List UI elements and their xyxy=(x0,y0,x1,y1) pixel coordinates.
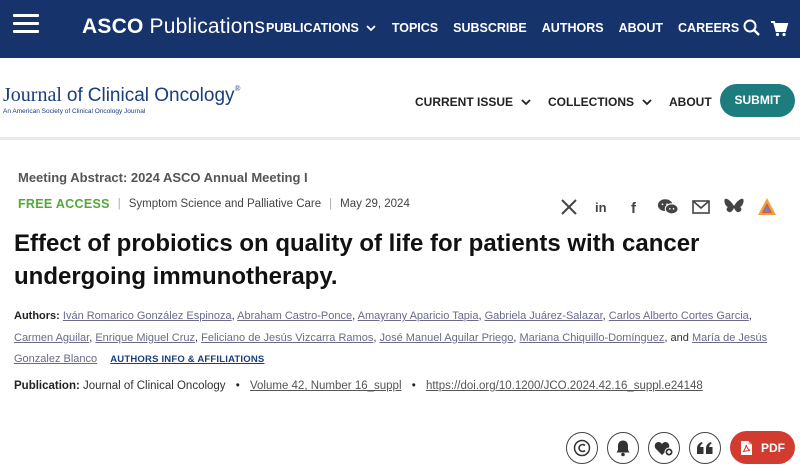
article-section: Symptom Science and Palliative Care xyxy=(128,198,322,210)
journal-name-b: of xyxy=(66,85,83,106)
chevron-down-icon xyxy=(642,99,652,106)
registered-mark: ® xyxy=(234,84,241,93)
divider: | xyxy=(117,198,121,210)
nav-topics-label: TOPICS xyxy=(391,21,439,35)
favorite-button[interactable] xyxy=(648,431,680,464)
pdf-file-icon xyxy=(741,440,752,455)
pdf-button[interactable]: PDF xyxy=(730,431,795,464)
journal-name: Journal of Clinical Oncology® xyxy=(3,84,241,107)
nav-careers[interactable]: CAREERS xyxy=(678,21,739,35)
journal-header: Journal of Clinical Oncology® An America… xyxy=(0,66,800,140)
author-link[interactable]: Feliciano de Jesús Vizcarra Ramos xyxy=(201,332,373,344)
cite-button[interactable] xyxy=(689,431,721,464)
journal-nav: CURRENT ISSUE COLLECTIONS ABOUT xyxy=(415,95,747,109)
article-meta: FREE ACCESS | Symptom Science and Pallia… xyxy=(18,197,410,211)
altmetric-icon[interactable] xyxy=(756,196,778,218)
facebook-icon[interactable]: f xyxy=(624,196,646,218)
author-link[interactable]: Gabriela Juárez-Salazar xyxy=(485,310,603,322)
nav-collections-label: COLLECTIONS xyxy=(548,95,635,109)
top-nav: PUBLICATIONS TOPICS SUBSCRIBE AUTHORS AB… xyxy=(266,21,754,35)
chevron-down-icon xyxy=(521,99,531,106)
authors-block: Authors: Iván Romarico González Espinoza… xyxy=(14,310,768,365)
publication-journal: Journal of Clinical Oncology xyxy=(83,380,226,392)
nav-publications[interactable]: PUBLICATIONS xyxy=(266,21,377,35)
menu-icon[interactable] xyxy=(13,14,39,34)
author-link[interactable]: Iván Romarico González Espinoza xyxy=(63,310,232,322)
nav-journal-about-label: ABOUT xyxy=(669,95,712,109)
brand-bold: ASCO xyxy=(82,15,144,38)
and-word: and xyxy=(670,331,689,344)
article-date: May 29, 2024 xyxy=(340,198,410,210)
author-link[interactable]: José Manuel Aguilar Priego xyxy=(379,332,513,344)
search-icon[interactable] xyxy=(741,17,763,39)
journal-name-c: Clinical Oncology xyxy=(87,85,235,106)
nav-careers-label: CAREERS xyxy=(678,21,740,35)
nav-authors[interactable]: AUTHORS xyxy=(542,21,604,35)
jco-logo[interactable]: Journal of Clinical Oncology® An America… xyxy=(3,84,241,115)
svg-text:in: in xyxy=(595,200,607,215)
author-link[interactable]: Carlos Alberto Cortes Garcia xyxy=(609,310,749,322)
journal-name-a: Journal xyxy=(3,84,62,106)
author-link[interactable]: Amayrany Aparicio Tapia xyxy=(358,310,479,322)
publication-label: Publication: xyxy=(14,380,80,392)
pdf-label: PDF xyxy=(761,440,785,455)
heart-plus-icon xyxy=(654,441,674,456)
nav-current-issue-label: CURRENT ISSUE xyxy=(415,95,514,109)
x-icon[interactable] xyxy=(558,196,580,218)
share-bar: in f xyxy=(558,196,789,218)
quote-icon xyxy=(697,441,713,454)
bullet: • xyxy=(235,380,240,392)
brand-rest: Publications xyxy=(149,15,266,38)
authors-affiliations-link[interactable]: AUTHORS INFO & AFFILIATIONS xyxy=(110,354,264,365)
author-link[interactable]: Abraham Castro-Ponce xyxy=(237,310,352,322)
author-link[interactable]: Carmen Aguilar xyxy=(14,332,89,344)
chevron-down-icon xyxy=(366,25,376,32)
bell-icon xyxy=(616,440,630,456)
nav-collections[interactable]: COLLECTIONS xyxy=(548,95,653,109)
meeting-label: Meeting Abstract: 2024 ASCO Annual Meeti… xyxy=(18,170,308,185)
authors-label: Authors: xyxy=(14,310,60,322)
publication-row: Publication: Journal of Clinical Oncolog… xyxy=(14,380,703,392)
nav-current-issue[interactable]: CURRENT ISSUE xyxy=(415,95,532,109)
access-badge: FREE ACCESS xyxy=(18,197,110,211)
alerts-button[interactable] xyxy=(607,431,639,464)
volume-link[interactable]: Volume 42, Number 16_suppl xyxy=(250,380,402,392)
nav-topics[interactable]: TOPICS xyxy=(392,21,438,35)
author-link[interactable]: Enrique Miguel Cruz xyxy=(95,332,195,344)
bluesky-icon[interactable] xyxy=(723,196,745,218)
copyright-icon xyxy=(573,439,591,456)
asco-publications-logo[interactable]: ASCO Publications xyxy=(82,15,265,39)
linkedin-icon[interactable]: in xyxy=(591,196,613,218)
article-actions: PDF xyxy=(566,431,795,464)
nav-authors-label: AUTHORS xyxy=(541,21,604,35)
doi-link[interactable]: https://doi.org/10.1200/JCO.2024.42.16_s… xyxy=(426,380,703,392)
nav-subscribe-label: SUBSCRIBE xyxy=(453,21,527,35)
top-icons xyxy=(736,17,790,39)
site-topbar: ASCO Publications PUBLICATIONS TOPICS SU… xyxy=(0,0,800,58)
submit-button[interactable]: SUBMIT xyxy=(720,84,795,117)
wechat-icon[interactable] xyxy=(657,196,679,218)
cart-icon[interactable] xyxy=(768,17,790,39)
divider: | xyxy=(329,198,333,210)
journal-tagline: An American Society of Clinical Oncology… xyxy=(3,108,146,115)
nav-publications-label: PUBLICATIONS xyxy=(266,21,359,35)
email-icon[interactable] xyxy=(690,196,712,218)
author-link[interactable]: Mariana Chiquillo-Domínguez xyxy=(520,332,665,344)
article-title: Effect of probiotics on quality of life … xyxy=(14,230,700,290)
svg-text:f: f xyxy=(631,200,637,215)
bullet: • xyxy=(411,380,416,392)
nav-about[interactable]: ABOUT xyxy=(619,21,663,35)
nav-about-label: ABOUT xyxy=(618,21,664,35)
permissions-button[interactable] xyxy=(566,431,598,464)
nav-subscribe[interactable]: SUBSCRIBE xyxy=(453,21,527,35)
